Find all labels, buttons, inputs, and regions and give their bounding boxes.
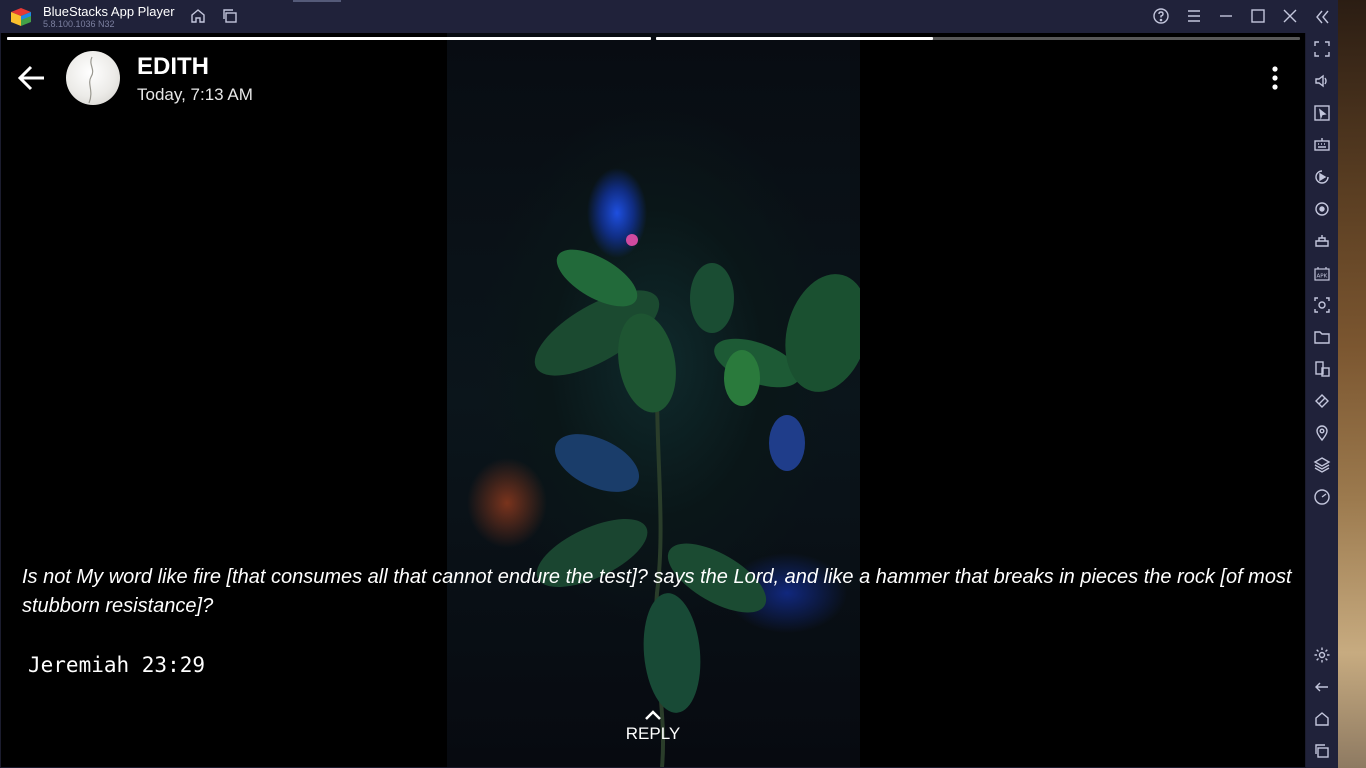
title-bar: BlueStacks App Player 5.8.100.1036 N32 — [0, 0, 1306, 33]
status-progress-2 — [656, 37, 1300, 40]
multi-instance-icon[interactable] — [221, 7, 239, 25]
scripture-reference: Jeremiah 23:29 — [28, 653, 206, 677]
location-icon[interactable] — [1313, 424, 1331, 442]
folder-icon[interactable] — [1313, 328, 1331, 346]
desktop-wallpaper — [1338, 0, 1366, 768]
volume-icon[interactable] — [1313, 72, 1331, 90]
rotate-icon[interactable] — [1313, 200, 1331, 218]
performance-icon[interactable] — [1313, 488, 1331, 506]
chevron-up-icon — [645, 710, 661, 720]
reply-button[interactable]: REPLY — [613, 708, 693, 758]
apk-install-icon[interactable]: APK — [1313, 264, 1331, 282]
back-arrow-icon[interactable] — [16, 63, 48, 93]
android-recents-icon[interactable] — [1313, 742, 1331, 760]
bluestacks-logo-icon — [10, 7, 32, 27]
status-caption: Is not My word like fire [that consumes … — [22, 566, 1292, 617]
android-screen: EDITH Today, 7:13 AM Is not My word like… — [1, 33, 1305, 767]
contact-name: EDITH — [137, 53, 209, 80]
layers-icon[interactable] — [1313, 456, 1331, 474]
avatar[interactable] — [66, 51, 120, 105]
cursor-icon[interactable] — [1313, 104, 1331, 122]
app-version: 5.8.100.1036 N32 — [43, 19, 115, 29]
status-progress-1 — [7, 37, 651, 40]
multi-instance-sync-icon[interactable] — [1313, 360, 1331, 378]
keyboard-icon[interactable] — [1313, 136, 1331, 154]
maximize-icon[interactable] — [1249, 7, 1267, 25]
screenshot-icon[interactable] — [1313, 296, 1331, 314]
more-options-icon[interactable] — [1263, 63, 1287, 93]
eco-mode-icon[interactable] — [1313, 392, 1331, 410]
settings-icon[interactable] — [1313, 646, 1331, 664]
help-icon[interactable] — [1152, 7, 1170, 25]
app-title: BlueStacks App Player — [43, 4, 175, 19]
android-home-icon[interactable] — [1313, 710, 1331, 728]
android-back-icon[interactable] — [1313, 678, 1331, 696]
collapse-sidebar-icon[interactable] — [1313, 8, 1331, 26]
status-image — [447, 33, 860, 767]
reply-label: REPLY — [625, 724, 681, 743]
fullscreen-icon[interactable] — [1313, 40, 1331, 58]
game-controls-icon[interactable] — [1313, 232, 1331, 250]
minimize-icon[interactable] — [1217, 7, 1235, 25]
close-icon[interactable] — [1281, 7, 1299, 25]
hamburger-menu-icon[interactable] — [1185, 7, 1203, 25]
tab-indicator — [293, 0, 341, 2]
sidebar-toolbar: APK — [1306, 0, 1338, 768]
home-icon[interactable] — [189, 7, 207, 25]
svg-text:APK: APK — [1317, 274, 1328, 280]
status-timestamp: Today, 7:13 AM — [137, 85, 253, 104]
macro-record-icon[interactable] — [1313, 168, 1331, 186]
